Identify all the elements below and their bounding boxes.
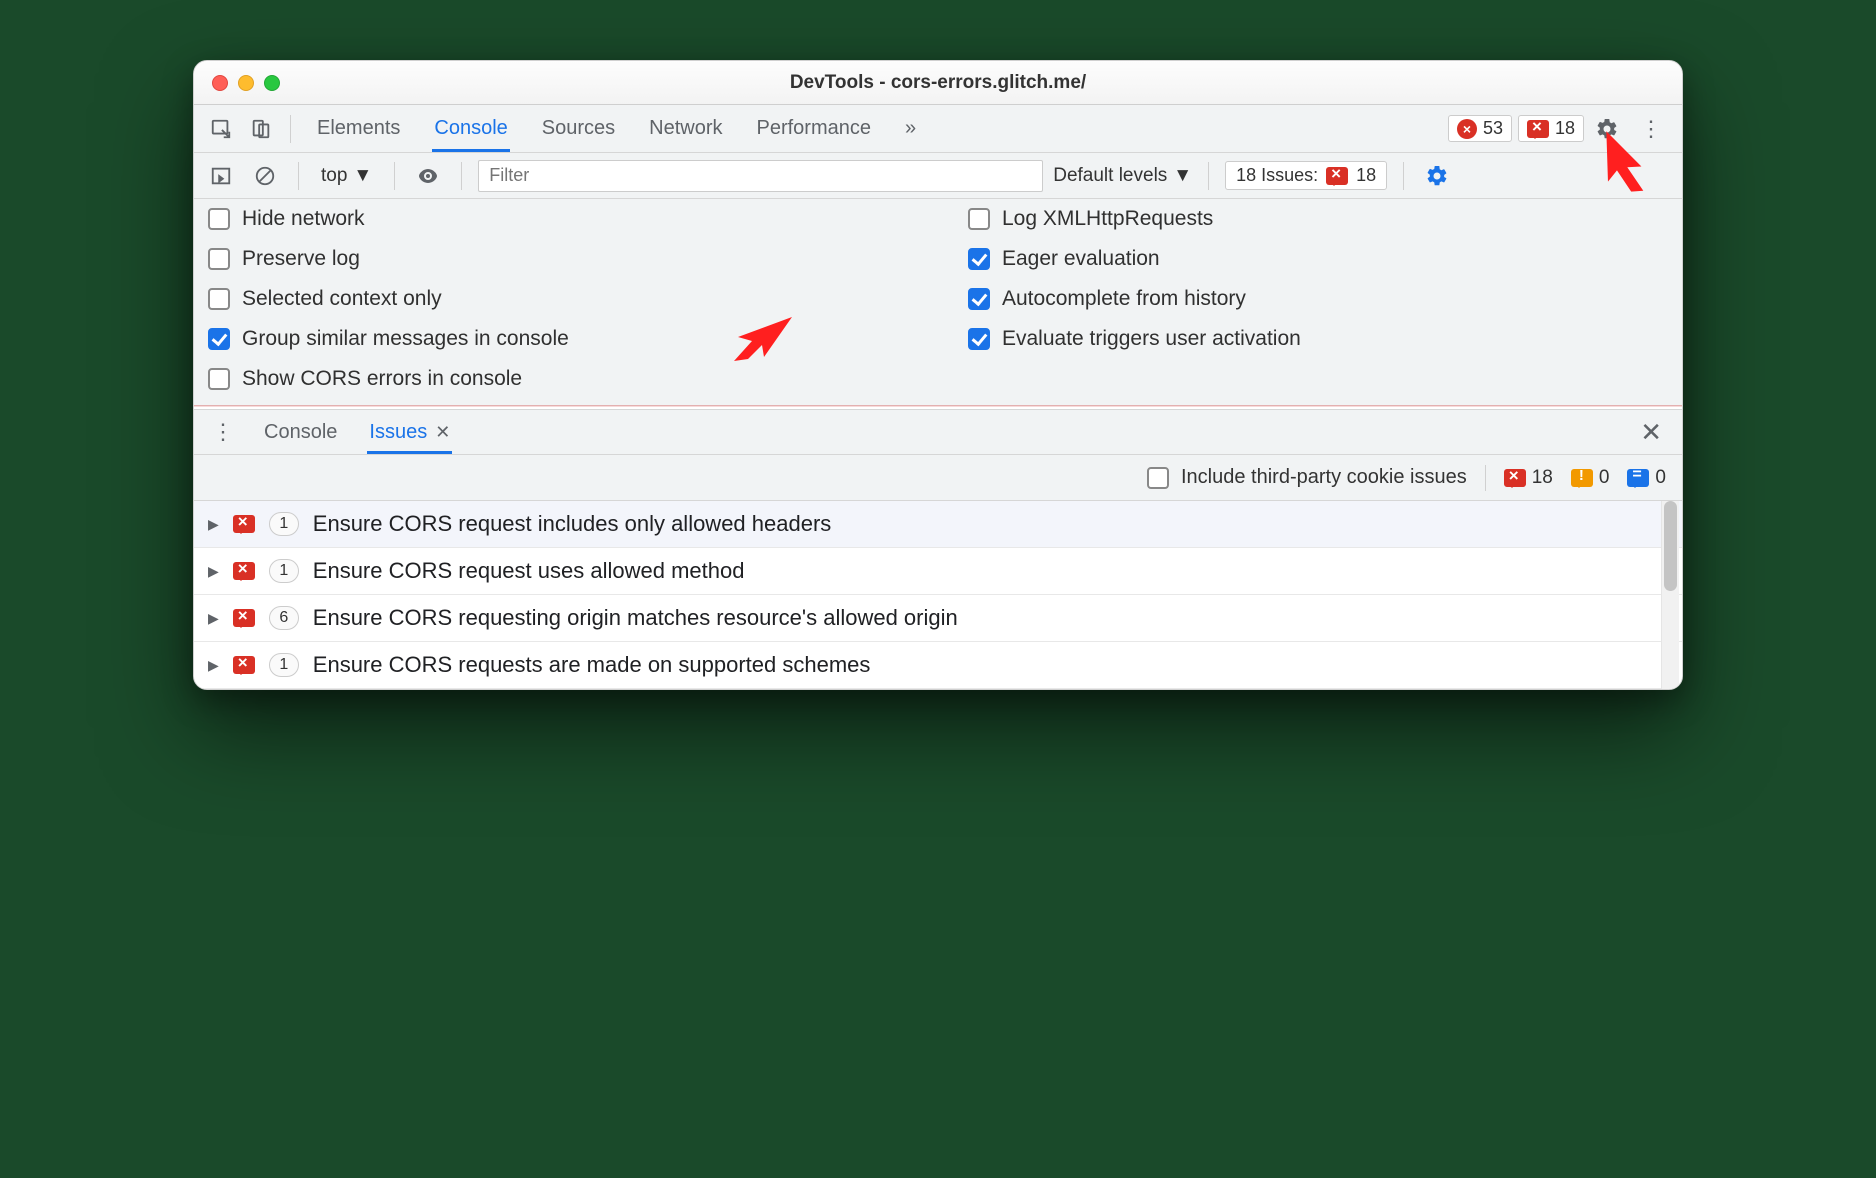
- checkbox[interactable]: [208, 208, 230, 230]
- checkbox[interactable]: [208, 328, 230, 350]
- chevron-down-icon: ▼: [1173, 165, 1192, 187]
- filter-input[interactable]: [478, 160, 1043, 192]
- checkbox[interactable]: [1147, 467, 1169, 489]
- message-error-icon: [233, 609, 255, 627]
- settings-gear-icon[interactable]: [1590, 112, 1624, 146]
- context-selector[interactable]: top ▼: [315, 165, 378, 187]
- checkbox[interactable]: [208, 248, 230, 270]
- issue-count-warnings: 0: [1571, 467, 1610, 489]
- issue-count-info: 0: [1627, 467, 1666, 489]
- checkbox[interactable]: [208, 288, 230, 310]
- inspect-element-icon[interactable]: [204, 112, 238, 146]
- tabs-overflow[interactable]: »: [891, 105, 930, 152]
- issue-row[interactable]: ▶ 1 Ensure CORS request uses allowed met…: [194, 548, 1682, 595]
- toolbar-separator: [394, 162, 395, 190]
- setting-preserve-log[interactable]: Preserve log: [208, 247, 908, 271]
- issue-title: Ensure CORS request includes only allowe…: [313, 511, 832, 537]
- tab-performance[interactable]: Performance: [743, 105, 886, 152]
- issue-count-pill: 6: [269, 606, 299, 630]
- clear-console-icon[interactable]: [248, 159, 282, 193]
- error-icon: ×: [1457, 119, 1477, 139]
- issue-row[interactable]: ▶ 6 Ensure CORS requesting origin matche…: [194, 595, 1682, 642]
- setting-show-cors-errors[interactable]: Show CORS errors in console: [208, 367, 908, 391]
- setting-selected-context[interactable]: Selected context only: [208, 287, 908, 311]
- setting-log-xhr[interactable]: Log XMLHttpRequests: [968, 207, 1668, 231]
- drawer-tabs: ⋮ Console Issues ✕ ✕: [194, 409, 1682, 455]
- drawer-tab-issues[interactable]: Issues ✕: [357, 410, 462, 454]
- checkbox[interactable]: [208, 368, 230, 390]
- expand-triangle-icon[interactable]: ▶: [208, 516, 219, 533]
- message-info-icon: [1627, 469, 1649, 487]
- issue-count-pill: 1: [269, 653, 299, 677]
- issue-title: Ensure CORS requests are made on support…: [313, 652, 871, 678]
- titlebar: DevTools - cors-errors.glitch.me/: [194, 61, 1682, 105]
- toolbar-separator: [1208, 162, 1209, 190]
- setting-evaluate-triggers[interactable]: Evaluate triggers user activation: [968, 327, 1668, 351]
- main-toolbar: Elements Console Sources Network Perform…: [194, 105, 1682, 153]
- setting-autocomplete-history[interactable]: Autocomplete from history: [968, 287, 1668, 311]
- issue-count-pill: 1: [269, 512, 299, 536]
- device-toolbar-icon[interactable]: [244, 112, 278, 146]
- scrollbar-thumb[interactable]: [1664, 501, 1677, 591]
- message-error-icon: [233, 515, 255, 533]
- drawer-kebab-menu[interactable]: ⋮: [202, 419, 244, 445]
- tab-console[interactable]: Console: [420, 105, 521, 152]
- setting-hide-network[interactable]: Hide network: [208, 207, 908, 231]
- message-error-icon: [233, 656, 255, 674]
- drawer-close-button[interactable]: ✕: [1628, 417, 1674, 448]
- drawer-tab-console[interactable]: Console: [252, 410, 349, 454]
- divider: [1485, 465, 1486, 491]
- devtools-window: DevTools - cors-errors.glitch.me/ Elemen…: [193, 60, 1683, 690]
- sidebar-toggle-icon[interactable]: [204, 159, 238, 193]
- message-error-icon: [233, 562, 255, 580]
- issues-list: ▶ 1 Ensure CORS request includes only al…: [194, 501, 1682, 689]
- message-error-icon: [1504, 469, 1526, 487]
- issues-toolbar: Include third-party cookie issues 18 0 0: [194, 455, 1682, 501]
- issue-title: Ensure CORS requesting origin matches re…: [313, 605, 958, 631]
- window-title: DevTools - cors-errors.glitch.me/: [194, 72, 1682, 94]
- expand-triangle-icon[interactable]: ▶: [208, 657, 219, 674]
- issues-button[interactable]: 18 Issues: 18: [1225, 161, 1387, 190]
- checkbox[interactable]: [968, 208, 990, 230]
- toolbar-separator: [1403, 162, 1404, 190]
- toolbar-separator: [298, 162, 299, 190]
- setting-eager-eval[interactable]: Eager evaluation: [968, 247, 1668, 271]
- issue-row[interactable]: ▶ 1 Ensure CORS requests are made on sup…: [194, 642, 1682, 689]
- tab-elements[interactable]: Elements: [303, 105, 414, 152]
- checkbox[interactable]: [968, 328, 990, 350]
- log-levels-selector[interactable]: Default levels ▼: [1053, 165, 1192, 187]
- tab-sources[interactable]: Sources: [528, 105, 629, 152]
- setting-group-similar[interactable]: Group similar messages in console: [208, 327, 908, 351]
- console-settings-gear-icon[interactable]: [1420, 159, 1454, 193]
- issue-row[interactable]: ▶ 1 Ensure CORS request includes only al…: [194, 501, 1682, 548]
- issue-title: Ensure CORS request uses allowed method: [313, 558, 745, 584]
- tab-network[interactable]: Network: [635, 105, 736, 152]
- checkbox[interactable]: [968, 288, 990, 310]
- toolbar-kebab-menu[interactable]: ⋮: [1630, 116, 1672, 142]
- include-third-party-checkbox[interactable]: Include third-party cookie issues: [1147, 466, 1467, 489]
- issue-count-errors: 18: [1504, 467, 1553, 489]
- chevron-down-icon: ▼: [353, 165, 372, 187]
- expand-triangle-icon[interactable]: ▶: [208, 563, 219, 580]
- expand-triangle-icon[interactable]: ▶: [208, 610, 219, 627]
- live-expression-icon[interactable]: [411, 159, 445, 193]
- toolbar-separator: [290, 115, 291, 143]
- message-warning-icon: [1571, 469, 1593, 487]
- error-count-badge[interactable]: × 53: [1448, 115, 1512, 142]
- issue-error-badge[interactable]: 18: [1518, 115, 1584, 142]
- console-settings-panel: Hide network Log XMLHttpRequests Preserv…: [194, 199, 1682, 406]
- issue-count-pill: 1: [269, 559, 299, 583]
- checkbox[interactable]: [968, 248, 990, 270]
- close-tab-icon[interactable]: ✕: [435, 422, 450, 443]
- scrollbar[interactable]: [1661, 501, 1679, 689]
- message-error-icon: [1326, 167, 1348, 185]
- toolbar-separator: [461, 162, 462, 190]
- console-toolbar: top ▼ Default levels ▼ 18 Issues: 18: [194, 153, 1682, 199]
- message-error-icon: [1527, 120, 1549, 138]
